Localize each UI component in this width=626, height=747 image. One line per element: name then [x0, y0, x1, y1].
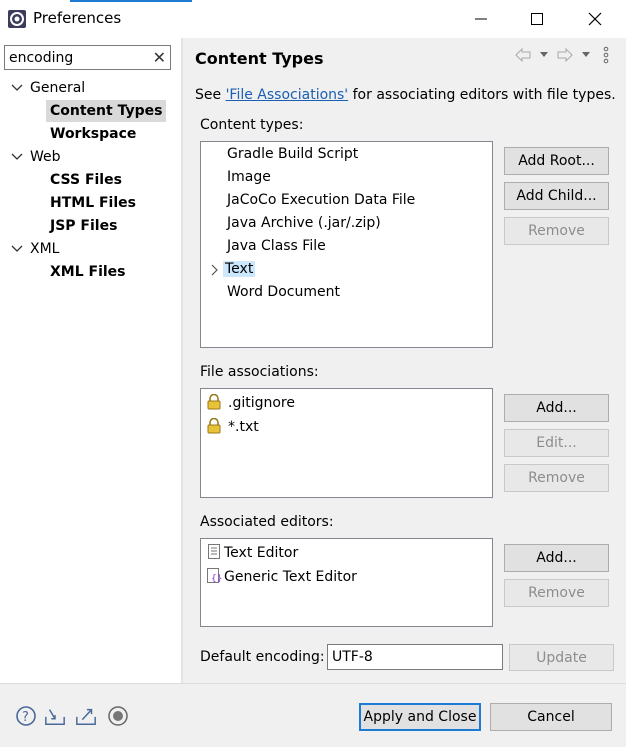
chevron-down-icon[interactable] [10, 146, 24, 168]
window-title: Preferences [33, 9, 122, 27]
close-icon [588, 12, 602, 26]
record-icon[interactable] [107, 705, 129, 727]
lock-icon [207, 394, 221, 410]
svg-text:{}: {} [211, 574, 222, 584]
list-item[interactable]: Image [227, 166, 271, 188]
content-types-label: Content types: [200, 117, 304, 133]
add-file-association-button[interactable]: Add... [504, 394, 609, 422]
text-file-icon [208, 544, 220, 559]
svg-text:?: ? [22, 710, 29, 725]
hint-prefix: See [195, 87, 226, 103]
default-encoding-input[interactable] [327, 644, 503, 670]
edit-file-association-button[interactable]: Edit... [504, 429, 609, 457]
minimize-button[interactable] [458, 0, 504, 38]
tree-item-workspace[interactable]: Workspace [50, 123, 136, 145]
more-menu-icon[interactable] [603, 46, 609, 64]
list-item[interactable]: Gradle Build Script [227, 143, 358, 165]
remove-editor-button[interactable]: Remove [504, 579, 609, 607]
tree-item-content-types[interactable]: Content Types [46, 100, 167, 122]
back-arrow-icon[interactable] [515, 48, 531, 62]
chevron-down-icon[interactable] [10, 238, 24, 260]
list-item[interactable]: *.txt [228, 416, 259, 438]
chevron-down-icon[interactable] [10, 77, 24, 99]
close-button[interactable] [572, 0, 618, 38]
list-item[interactable]: Generic Text Editor [224, 566, 357, 588]
file-associations-label: File associations: [200, 364, 319, 380]
tree-item-css-files[interactable]: CSS Files [50, 169, 122, 191]
list-item[interactable]: Java Class File [227, 235, 326, 257]
list-item[interactable]: Java Archive (.jar/.zip) [227, 212, 381, 234]
tree-item-general[interactable]: General [30, 77, 85, 99]
eclipse-app-icon [8, 10, 26, 28]
maximize-icon [531, 13, 543, 25]
filter-input[interactable] [5, 46, 143, 69]
title-bar: Preferences [0, 0, 626, 38]
forward-dropdown-icon[interactable] [581, 51, 591, 59]
remove-content-type-button[interactable]: Remove [504, 217, 609, 245]
associated-editors-label: Associated editors: [200, 514, 334, 530]
file-associations-link[interactable]: 'File Associations' [226, 87, 349, 103]
add-root-button[interactable]: Add Root... [504, 147, 609, 175]
forward-arrow-icon[interactable] [557, 48, 573, 62]
maximize-button[interactable] [514, 0, 560, 38]
default-encoding-label: Default encoding: [200, 649, 325, 665]
tree-item-xml[interactable]: XML [30, 238, 59, 260]
clear-filter-icon[interactable]: ✕ [153, 48, 166, 67]
minimize-icon [475, 18, 487, 20]
list-item[interactable]: JaCoCo Execution Data File [227, 189, 415, 211]
page-title: Content Types [195, 49, 324, 68]
list-item-selected[interactable]: Text [223, 258, 256, 280]
hint-suffix: for associating editors with file types. [348, 87, 616, 103]
tree-item-html-files[interactable]: HTML Files [50, 192, 136, 214]
tree-item-web[interactable]: Web [30, 146, 61, 168]
back-dropdown-icon[interactable] [539, 51, 549, 59]
list-item-label: Text [223, 261, 256, 277]
update-encoding-button[interactable]: Update [509, 644, 614, 671]
list-item[interactable]: .gitignore [228, 392, 295, 414]
export-icon[interactable] [75, 705, 97, 727]
lock-icon [207, 418, 221, 434]
generic-editor-icon: {} [207, 568, 222, 584]
remove-file-association-button[interactable]: Remove [504, 464, 609, 492]
add-editor-button[interactable]: Add... [504, 544, 609, 572]
tree-item-xml-files[interactable]: XML Files [50, 261, 126, 283]
chevron-right-icon[interactable] [209, 263, 219, 277]
apply-and-close-button[interactable]: Apply and Close [359, 703, 481, 731]
list-item[interactable]: Word Document [227, 281, 340, 303]
file-associations-hint: See 'File Associations' for associating … [195, 87, 616, 103]
cancel-button[interactable]: Cancel [490, 703, 612, 731]
tree-item-jsp-files[interactable]: JSP Files [50, 215, 117, 237]
import-icon[interactable] [44, 705, 66, 727]
filter-field[interactable]: ✕ [4, 45, 171, 70]
list-item[interactable]: Text Editor [224, 542, 298, 564]
add-child-button[interactable]: Add Child... [504, 182, 609, 210]
help-icon[interactable]: ? [15, 705, 37, 727]
page-nav-toolbar [515, 46, 615, 66]
title-accent [70, 0, 192, 2]
